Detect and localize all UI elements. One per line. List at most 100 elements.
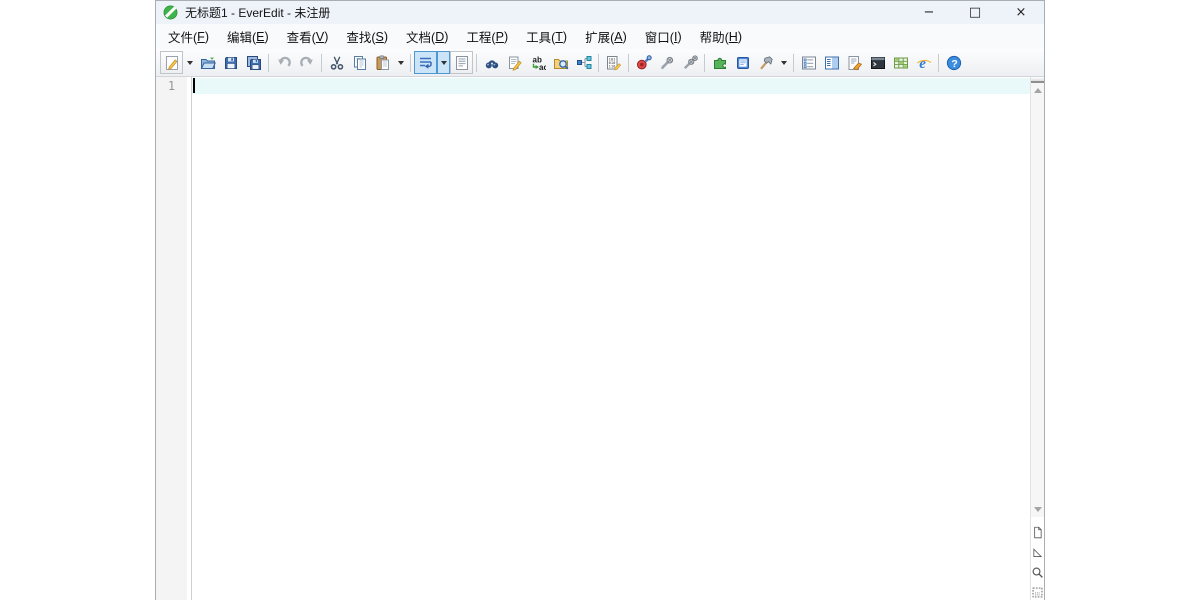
help-button[interactable]: ?: [942, 51, 965, 74]
toolbar-separator: [268, 53, 269, 72]
menu-view[interactable]: 查看(V): [278, 24, 338, 49]
save-all-button[interactable]: [242, 51, 265, 74]
editor-area: 1: [156, 77, 1044, 600]
cut-button[interactable]: [325, 51, 348, 74]
copy-icon: [353, 55, 366, 70]
document-map-icon: [801, 56, 816, 69]
chevron-down-icon: [440, 60, 447, 65]
menu-extensions[interactable]: 扩展(A): [576, 24, 636, 49]
plugin-manager-button[interactable]: [708, 51, 731, 74]
external-tools-icon: [759, 55, 773, 70]
play-macro-button[interactable]: [655, 51, 678, 74]
menu-edit[interactable]: 编辑(E): [218, 24, 278, 49]
save-all-icon: [246, 55, 261, 70]
svg-text:e: e: [919, 56, 926, 71]
find-icon: [485, 59, 498, 68]
command-window-button[interactable]: [866, 51, 889, 74]
external-tools-button[interactable]: [754, 51, 777, 74]
redo-icon: [299, 56, 313, 67]
menu-document[interactable]: 文档(D): [397, 24, 457, 49]
scrollbar-track[interactable]: [1031, 98, 1044, 502]
file-compare-icon: [576, 55, 591, 69]
side-pane-icon: [824, 56, 839, 69]
new-file-icon: [165, 55, 178, 70]
redo-button[interactable]: [295, 51, 318, 74]
scroll-up-button[interactable]: [1031, 83, 1044, 98]
close-button[interactable]: ×: [998, 1, 1044, 24]
save-button[interactable]: [219, 51, 242, 74]
magnifier-icon[interactable]: [1031, 566, 1044, 579]
snippet-icon: [848, 55, 862, 70]
snippet-button[interactable]: [843, 51, 866, 74]
word-wrap-icon: [419, 57, 432, 69]
toolbar: ab ac 101 010 110 e?: [156, 49, 1044, 77]
chevron-down-icon: [780, 60, 787, 65]
line-number-gutter[interactable]: 1: [156, 77, 187, 600]
show-formatting-button[interactable]: [450, 51, 473, 74]
clip-table-button[interactable]: [889, 51, 912, 74]
find-in-files-icon: [553, 58, 568, 69]
chevron-down-icon: [397, 60, 404, 65]
menu-window[interactable]: 窗口(I): [636, 24, 691, 49]
replace-button[interactable]: [503, 51, 526, 74]
toolbar-separator: [476, 53, 477, 72]
page-icon[interactable]: [1031, 526, 1044, 539]
new-file-dropdown-button[interactable]: [183, 51, 196, 74]
run-macro-multiple-button[interactable]: [678, 51, 701, 74]
browser-preview-button[interactable]: e: [912, 51, 935, 74]
selection-grid-icon[interactable]: [1031, 586, 1044, 599]
save-icon: [224, 56, 237, 69]
paste-dropdown-button[interactable]: [394, 51, 407, 74]
cut-icon: [330, 56, 343, 70]
browser-preview-icon: e: [916, 56, 931, 71]
record-macro-icon: [636, 54, 652, 69]
find-in-files-button[interactable]: [549, 51, 572, 74]
app-icon: [163, 5, 178, 20]
word-wrap-button[interactable]: [414, 51, 437, 74]
command-window-icon: [870, 56, 885, 69]
script-list-icon: [736, 56, 749, 69]
word-wrap-dropdown-button[interactable]: [437, 51, 450, 74]
chevron-down-icon: [186, 60, 193, 65]
scroll-down-button[interactable]: [1031, 502, 1044, 517]
clip-table-icon: [893, 57, 908, 68]
window-title: 无标题1 - EverEdit - 未注册: [185, 6, 331, 20]
record-macro-button[interactable]: [632, 51, 655, 74]
chevron-up-icon: [1033, 88, 1042, 93]
text-editor[interactable]: [192, 77, 1030, 600]
hex-edit-button[interactable]: 101 010 110: [602, 51, 625, 74]
menu-search[interactable]: 查找(S): [337, 24, 397, 49]
external-tools-dropdown-button[interactable]: [777, 51, 790, 74]
minimize-button[interactable]: −: [906, 1, 952, 24]
toolbar-separator: [598, 53, 599, 72]
vertical-scrollbar: [1030, 77, 1044, 600]
menu-file[interactable]: 文件(F): [159, 24, 218, 49]
window-controls: − □ ×: [906, 1, 1044, 24]
find-button[interactable]: [480, 51, 503, 74]
desktop: { "window": { "title": "无标题1 - EverEdit …: [0, 0, 1200, 600]
script-list-button[interactable]: [731, 51, 754, 74]
menu-project[interactable]: 工程(P): [457, 24, 517, 49]
svg-text:?: ?: [951, 57, 957, 69]
new-file-button[interactable]: [160, 51, 183, 74]
hex-edit-icon: 101010110: [606, 55, 621, 70]
open-file-button[interactable]: [196, 51, 219, 74]
maximize-button[interactable]: □: [952, 1, 998, 24]
menu-help[interactable]: 帮助(H): [691, 24, 751, 49]
open-file-icon: [200, 57, 216, 69]
toolbar-separator: [628, 53, 629, 72]
file-compare-button[interactable]: [572, 51, 595, 74]
toolbar-separator: [938, 53, 939, 72]
current-line-highlight: [192, 78, 1030, 94]
side-pane-button[interactable]: [820, 51, 843, 74]
replace-icon: [508, 56, 522, 71]
replace-in-files-button[interactable]: ab ac: [526, 51, 549, 74]
corner-triangle-icon[interactable]: [1031, 546, 1044, 559]
show-formatting-icon: [455, 55, 468, 70]
paste-button[interactable]: [371, 51, 394, 74]
menu-tools[interactable]: 工具(T): [517, 24, 576, 49]
text-caret: [193, 78, 195, 93]
copy-button[interactable]: [348, 51, 371, 74]
undo-button[interactable]: [272, 51, 295, 74]
document-map-button[interactable]: [797, 51, 820, 74]
